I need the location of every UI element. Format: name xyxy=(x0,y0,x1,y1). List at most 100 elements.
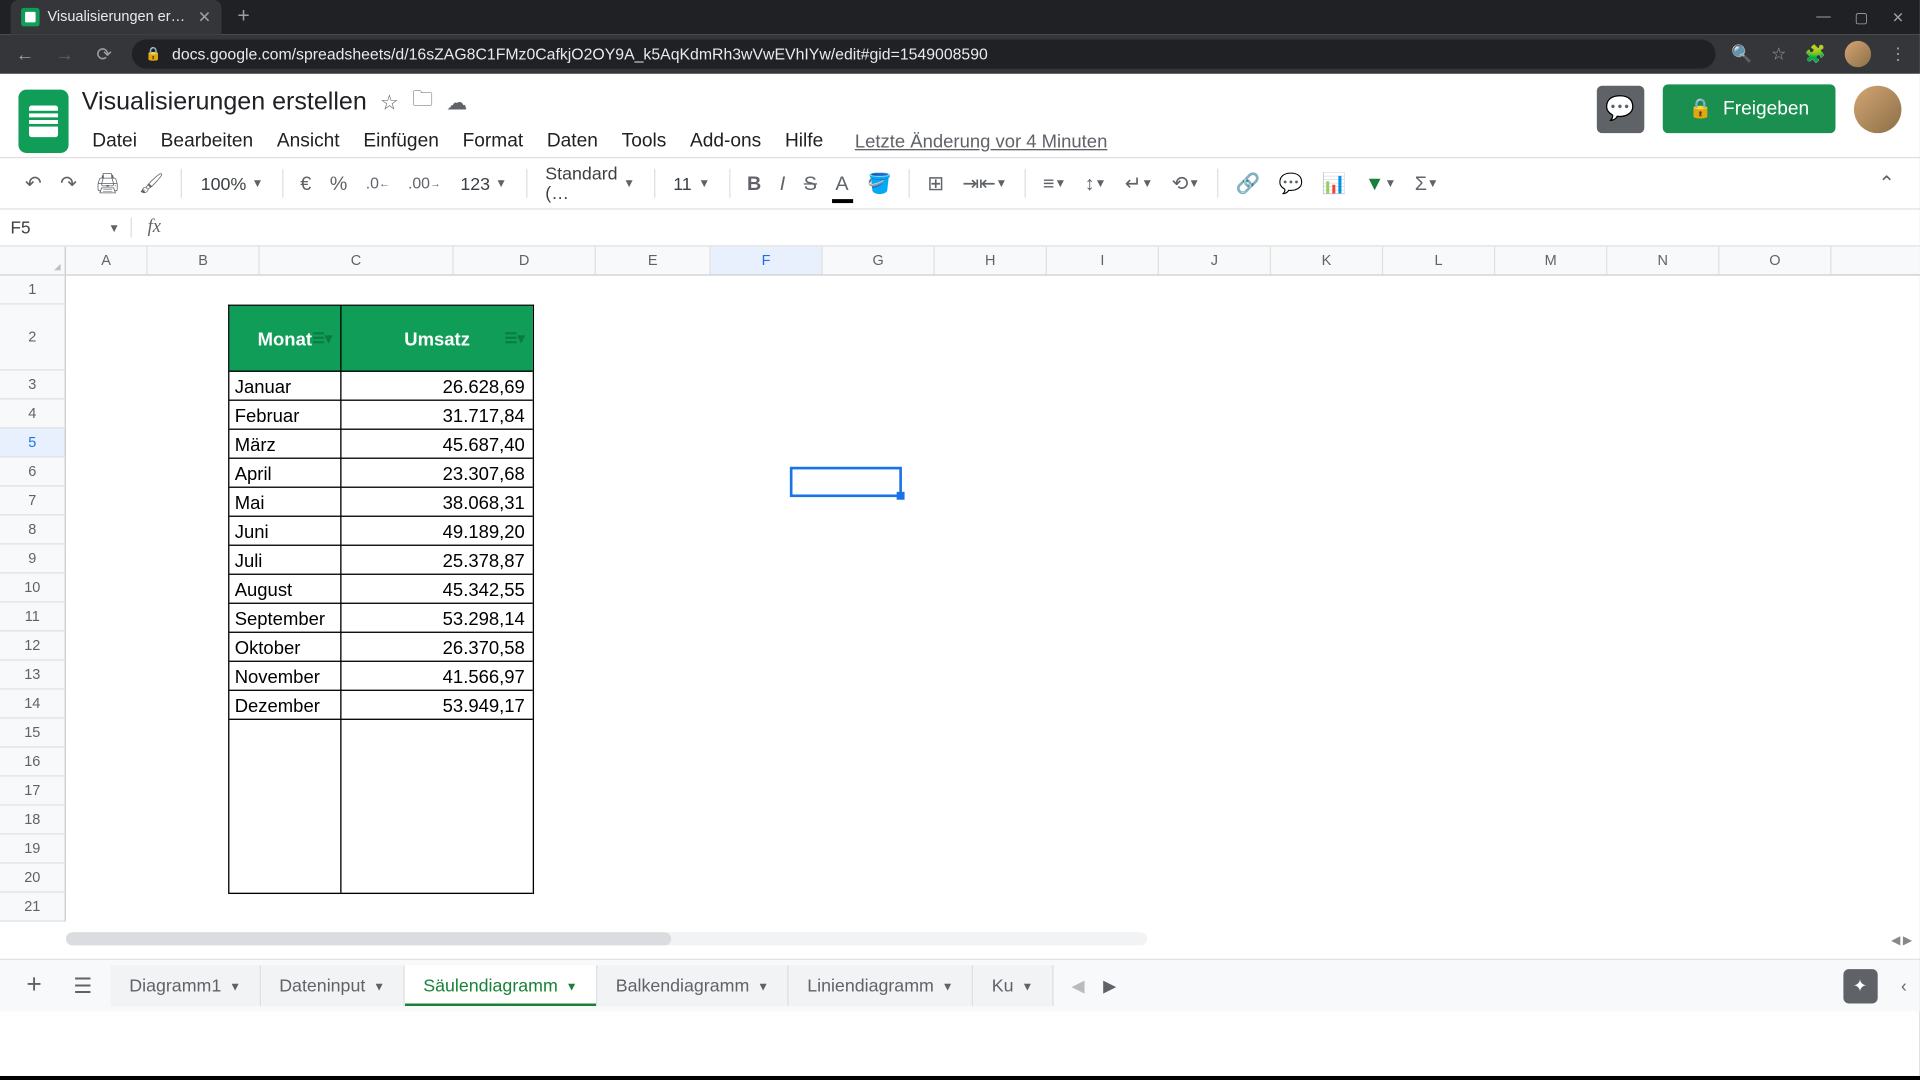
table-cell-value[interactable]: 41.566,97 xyxy=(342,662,533,691)
side-panel-toggle[interactable]: ‹ xyxy=(1901,976,1907,996)
italic-button[interactable]: I xyxy=(773,167,792,200)
spreadsheet-grid[interactable]: ABCDEFGHIJKLMNO 123456789101112131415161… xyxy=(0,247,1920,959)
zoom-dropdown[interactable]: 100%▼ xyxy=(193,168,271,198)
table-row[interactable]: September53.298,14 xyxy=(229,604,532,633)
sheet-tab-menu-icon[interactable]: ▼ xyxy=(229,979,241,992)
column-header[interactable]: H xyxy=(935,247,1047,275)
functions-button[interactable]: Σ▼ xyxy=(1408,167,1445,200)
account-avatar[interactable] xyxy=(1854,85,1901,132)
undo-button[interactable]: ↶ xyxy=(18,166,48,200)
sheet-tab[interactable]: Dateninput▼ xyxy=(261,965,405,1006)
row-header[interactable]: 16 xyxy=(0,748,66,777)
table-cell-value[interactable]: 26.628,69 xyxy=(342,372,533,401)
table-row[interactable]: August45.342,55 xyxy=(229,575,532,604)
paint-format-button[interactable]: 🖌 xyxy=(132,166,170,200)
percent-button[interactable]: % xyxy=(323,167,354,200)
filter-icon[interactable]: ☰▾ xyxy=(505,330,525,347)
print-button[interactable]: 🖨 xyxy=(89,166,127,200)
new-tab-button[interactable]: + xyxy=(237,5,249,29)
merge-cells-button[interactable]: ⇥⇤▼ xyxy=(956,166,1014,200)
table-cell-value[interactable]: 26.370,58 xyxy=(342,633,533,662)
insert-comment-button[interactable]: 💬 xyxy=(1272,166,1310,200)
sheet-nav-right[interactable]: ▶ xyxy=(1103,975,1116,996)
column-header[interactable]: C xyxy=(260,247,454,275)
column-header[interactable]: J xyxy=(1159,247,1271,275)
filter-button[interactable]: ▼▼ xyxy=(1358,167,1403,200)
row-header[interactable]: 21 xyxy=(0,893,66,922)
cells-area[interactable]: Monat ☰▾ Umsatz ☰▾ Januar26.628,69Februa… xyxy=(66,276,1920,922)
table-cell-value[interactable]: 45.342,55 xyxy=(342,575,533,604)
reload-button[interactable]: ⟳ xyxy=(92,43,116,65)
table-cell-value[interactable]: 38.068,31 xyxy=(342,488,533,517)
menu-bearbeiten[interactable]: Bearbeiten xyxy=(150,125,264,157)
browser-tab[interactable]: Visualisierungen erstellen - Goo… ✕ xyxy=(11,0,222,34)
menu-ansicht[interactable]: Ansicht xyxy=(266,125,350,157)
text-wrap-button[interactable]: ↵▼ xyxy=(1118,166,1160,200)
explore-button[interactable] xyxy=(1843,969,1877,1003)
document-title[interactable]: Visualisierungen erstellen xyxy=(82,88,367,117)
column-header[interactable]: L xyxy=(1383,247,1495,275)
row-header[interactable]: 3 xyxy=(0,371,66,400)
table-cell-month[interactable]: Februar xyxy=(229,401,341,430)
menu-add-ons[interactable]: Add-ons xyxy=(679,125,771,157)
table-row[interactable]: Mai38.068,31 xyxy=(229,488,532,517)
menu-einfügen[interactable]: Einfügen xyxy=(353,125,450,157)
name-box-dropdown-icon[interactable]: ▼ xyxy=(108,221,120,234)
sheet-tab-menu-icon[interactable]: ▼ xyxy=(1021,979,1033,992)
row-header[interactable]: 1 xyxy=(0,276,66,305)
last-edit-text[interactable]: Letzte Änderung vor 4 Minuten xyxy=(855,131,1107,152)
menu-daten[interactable]: Daten xyxy=(536,125,608,157)
column-header[interactable]: B xyxy=(148,247,260,275)
back-button[interactable]: ← xyxy=(13,44,37,65)
sheets-logo[interactable] xyxy=(18,90,68,153)
strikethrough-button[interactable]: S xyxy=(797,167,823,200)
sheet-tab[interactable]: Liniendiagramm▼ xyxy=(789,965,974,1006)
column-header[interactable]: N xyxy=(1607,247,1719,275)
currency-button[interactable]: € xyxy=(294,167,318,200)
insert-link-button[interactable]: 🔗 xyxy=(1229,166,1267,200)
close-tab-icon[interactable]: ✕ xyxy=(198,8,211,26)
browser-menu-icon[interactable]: ⋮ xyxy=(1890,44,1907,65)
row-header[interactable]: 11 xyxy=(0,603,66,632)
column-header[interactable]: I xyxy=(1047,247,1159,275)
url-bar[interactable]: 🔒 docs.google.com/spreadsheets/d/16sZAG8… xyxy=(132,40,1716,69)
fill-color-button[interactable]: 🪣 xyxy=(861,166,899,200)
table-row[interactable]: Februar31.717,84 xyxy=(229,401,532,430)
decrease-decimal-button[interactable]: .0← xyxy=(359,169,396,198)
close-window-icon[interactable]: ✕ xyxy=(1892,9,1904,26)
table-cell-value[interactable]: 53.298,14 xyxy=(342,604,533,633)
zoom-icon[interactable]: 🔍 xyxy=(1731,44,1752,65)
text-rotation-button[interactable]: ⟲▼ xyxy=(1165,166,1207,200)
font-dropdown[interactable]: Standard (…▼ xyxy=(537,158,642,208)
column-header[interactable]: E xyxy=(596,247,711,275)
collapse-toolbar-button[interactable]: ⌃ xyxy=(1872,166,1902,200)
menu-datei[interactable]: Datei xyxy=(82,125,148,157)
table-cell-month[interactable]: Mai xyxy=(229,488,341,517)
row-header[interactable]: 4 xyxy=(0,400,66,429)
more-formats-dropdown[interactable]: 123▼ xyxy=(452,168,515,198)
bookmark-icon[interactable]: ☆ xyxy=(1771,44,1786,65)
sheet-tab[interactable]: Säulendiagramm▼ xyxy=(405,965,597,1006)
table-cell-value[interactable]: 45.687,40 xyxy=(342,430,533,459)
table-cell-month[interactable]: Januar xyxy=(229,372,341,401)
column-header[interactable]: F xyxy=(711,247,823,275)
redo-button[interactable]: ↷ xyxy=(54,166,84,200)
sheet-tab[interactable]: Balkendiagramm▼ xyxy=(597,965,788,1006)
sheet-tab[interactable]: Ku▼ xyxy=(973,965,1053,1006)
vertical-align-button[interactable]: ↕▼ xyxy=(1078,167,1113,200)
text-color-button[interactable]: A xyxy=(829,167,855,200)
filter-icon[interactable]: ☰▾ xyxy=(312,330,332,347)
table-row[interactable]: Juni49.189,20 xyxy=(229,517,532,546)
move-icon[interactable]: 🗀 xyxy=(412,84,433,120)
table-cell-month[interactable]: März xyxy=(229,430,341,459)
row-header[interactable]: 15 xyxy=(0,719,66,748)
table-cell-month[interactable]: November xyxy=(229,662,341,691)
sheet-tab[interactable]: Diagramm1▼ xyxy=(111,965,261,1006)
menu-tools[interactable]: Tools xyxy=(611,125,677,157)
insert-chart-button[interactable]: 📊 xyxy=(1315,166,1353,200)
star-icon[interactable]: ☆ xyxy=(380,89,399,115)
row-header[interactable]: 6 xyxy=(0,458,66,487)
table-row[interactable]: Oktober26.370,58 xyxy=(229,633,532,662)
row-header[interactable]: 7 xyxy=(0,487,66,516)
horizontal-scrollbar[interactable] xyxy=(66,932,1147,945)
